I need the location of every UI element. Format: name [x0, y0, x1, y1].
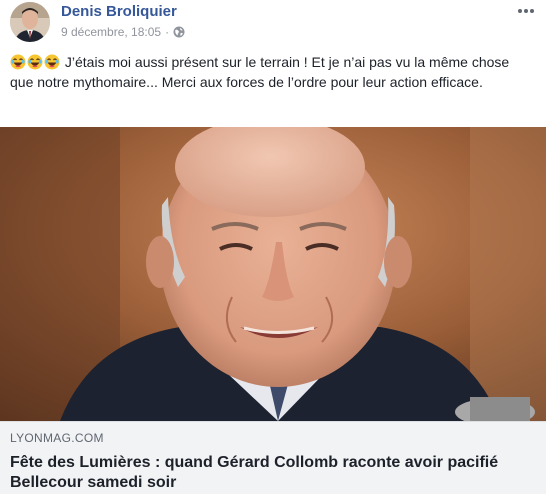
link-title[interactable]: Fête des Lumières : quand Gérard Collomb… — [10, 453, 540, 493]
post-meta: 9 décembre, 18:05 · — [61, 25, 185, 39]
post-message: J’étais moi aussi présent sur le terrain… — [10, 52, 536, 92]
link-domain: LYONMAG.COM — [10, 431, 104, 445]
portrait-photo — [0, 127, 546, 421]
post-text: J’étais moi aussi présent sur le terrain… — [10, 54, 510, 90]
post-header: Denis Broliquier 9 décembre, 18:05 · — [0, 0, 546, 46]
laughing-emoji-icon — [10, 54, 26, 70]
post-timestamp[interactable]: 9 décembre, 18:05 — [61, 25, 161, 39]
laughing-emoji-icon — [44, 54, 60, 70]
link-preview-image[interactable] — [0, 127, 546, 421]
globe-icon[interactable] — [173, 26, 185, 38]
more-options-icon[interactable] — [516, 6, 536, 16]
link-preview[interactable]: LYONMAG.COM Fête des Lumières : quand Gé… — [0, 421, 546, 494]
laughing-emoji-icon — [27, 54, 43, 70]
avatar-image — [10, 2, 50, 42]
author-name-link[interactable]: Denis Broliquier — [61, 3, 177, 20]
facebook-post: Denis Broliquier 9 décembre, 18:05 · J’é… — [0, 0, 546, 494]
meta-separator: · — [165, 25, 170, 39]
avatar[interactable] — [10, 2, 50, 42]
